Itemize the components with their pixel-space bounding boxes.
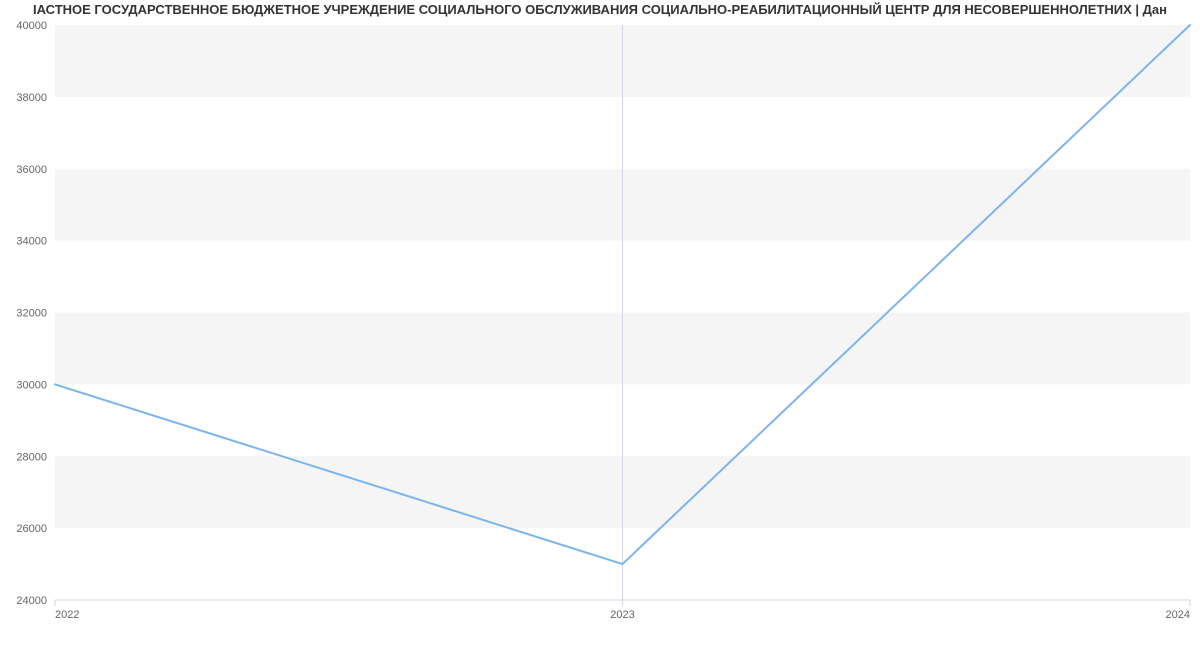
y-tick-label: 26000 (16, 523, 47, 535)
x-tick-label: 2024 (1166, 609, 1190, 621)
y-tick-label: 32000 (16, 308, 47, 320)
y-tick-label: 34000 (16, 236, 47, 248)
y-tick-label: 24000 (16, 595, 47, 607)
y-tick-label: 40000 (16, 20, 47, 32)
chart-title: ІАСТНОЕ ГОСУДАРСТВЕННОЕ БЮДЖЕТНОЕ УЧРЕЖД… (0, 2, 1200, 17)
x-tick-label: 2022 (55, 609, 79, 621)
x-tick-label: 2023 (610, 609, 634, 621)
y-tick-label: 28000 (16, 451, 47, 463)
line-chart: 24000 26000 28000 30000 32000 34000 36000 38000… (0, 0, 1200, 650)
y-tick-label: 38000 (16, 92, 47, 104)
y-tick-label: 30000 (16, 379, 47, 391)
y-tick-label: 36000 (16, 164, 47, 176)
chart-container: ІАСТНОЕ ГОСУДАРСТВЕННОЕ БЮДЖЕТНОЕ УЧРЕЖД… (0, 0, 1200, 650)
